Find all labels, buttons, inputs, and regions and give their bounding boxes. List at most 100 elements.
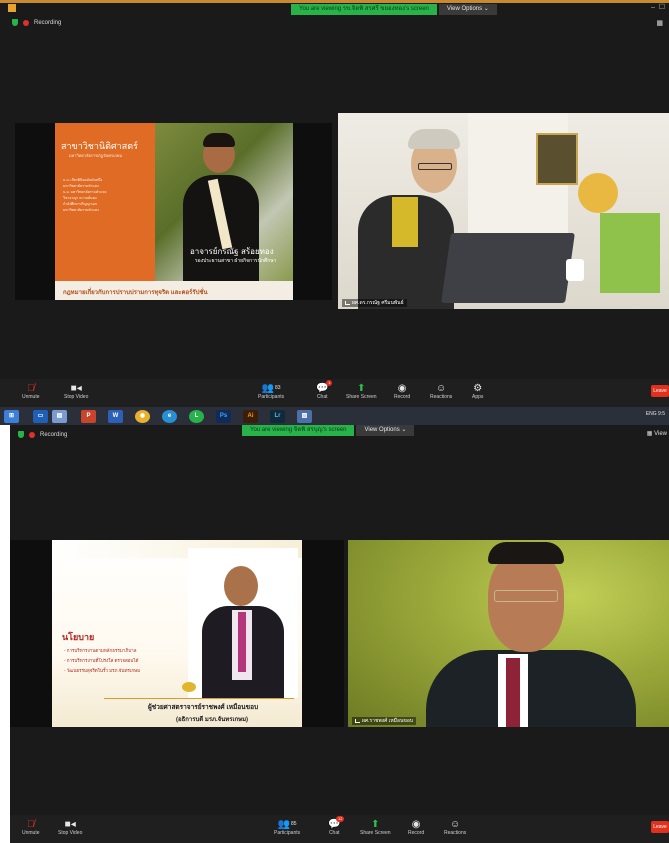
windows-start-icon[interactable]: ⊞ xyxy=(4,409,19,423)
green-cabinet xyxy=(600,213,660,293)
system-tray[interactable]: ENG 9:5 xyxy=(646,411,665,417)
chat-icon: 💬 1 xyxy=(316,380,333,394)
video-camera-icon: ■◂ xyxy=(70,382,82,394)
record-button[interactable]: ◉ Record xyxy=(394,382,411,401)
leave-button[interactable]: Leave xyxy=(651,821,669,833)
speaker-hair xyxy=(488,542,564,564)
participants-label: Participants xyxy=(274,830,301,836)
slide-role: รองประธานสาขา ฝ่ายกิจการนักศึกษา xyxy=(195,258,277,264)
window-controls[interactable]: – ☐ xyxy=(651,3,665,11)
slide-role: (อธิการบดี มรภ.จันทรเกษม) xyxy=(176,717,249,723)
mug xyxy=(566,259,584,281)
recording-indicator: Recording xyxy=(12,19,61,26)
shield-icon xyxy=(18,431,24,438)
photoshop-icon[interactable]: Ps xyxy=(216,409,231,423)
signal-icon xyxy=(345,301,350,305)
speaker-suit xyxy=(426,650,636,727)
laptop xyxy=(441,233,575,303)
file-explorer-icon[interactable]: ▤ xyxy=(52,409,67,423)
meeting-toolbar: 🎙̸ Unmute ■◂ Stop Video 👥 83 Participants 💬 1… xyxy=(0,379,669,407)
unmute-label: Unmute xyxy=(22,394,40,400)
camera-name: ผศ.ราชพงศ์ เหมือนขอบ xyxy=(362,718,413,724)
slide-name: ผู้ช่วยศาสตราจารย์ราชพงศ์ เหมือนขอบ xyxy=(148,704,259,711)
muted-mic-icon: 🎙̸ xyxy=(27,382,35,394)
view-options-button[interactable]: View Options ⌄ xyxy=(356,425,415,436)
viewing-banner: You are viewing จิตพิ สรบุญ's screen Vie… xyxy=(242,425,415,436)
slide-divider xyxy=(104,698,294,699)
portrait-head xyxy=(224,566,258,606)
speaker-tie xyxy=(506,658,520,727)
illustrator-icon[interactable]: Ai xyxy=(243,409,258,423)
chat-badge: 1 xyxy=(326,380,333,386)
signal-icon xyxy=(355,719,360,723)
view-button[interactable]: ▦ View xyxy=(647,430,667,437)
participants-label: Participants xyxy=(258,394,285,400)
speaker-hair xyxy=(408,129,460,149)
share-screen-label: Share Screen xyxy=(346,394,377,400)
record-icon: ◉ xyxy=(411,818,421,830)
video-camera-icon: ■◂ xyxy=(64,818,76,830)
chat-button[interactable]: 💬 12 Chat xyxy=(328,816,345,836)
stop-video-button[interactable]: ■◂ Stop Video xyxy=(64,382,88,401)
presenter-hair xyxy=(203,133,235,147)
slide-bullet: - การบริหารงานที่โปร่งใส ตรวจสอบได้ xyxy=(64,658,139,663)
recording-label: Recording xyxy=(34,19,62,26)
windows-taskbar: ⊞ ▭ ▤ P W ◉ e L Ps Ai Lr ▧ ENG 9:5 xyxy=(0,407,669,425)
reactions-icon: ☺ xyxy=(450,818,461,830)
app-corner-icon xyxy=(8,4,16,12)
participants-button[interactable]: 👥 83 Participants xyxy=(258,382,285,401)
reactions-button[interactable]: ☺ Reactions xyxy=(430,382,453,401)
powerpoint-icon[interactable]: P xyxy=(81,409,96,423)
view-options-button[interactable]: View Options ⌄ xyxy=(438,4,497,15)
record-button[interactable]: ◉ Record xyxy=(408,818,425,837)
share-screen-button[interactable]: ⬆ Share Screen xyxy=(360,818,391,837)
chat-badge: 12 xyxy=(336,816,345,822)
unmute-button[interactable]: 🎙̸ Unmute xyxy=(22,818,40,837)
viewing-message: You are viewing รข.จิตพิ สรศรี ขยองทอง's… xyxy=(291,4,437,15)
speaker-glasses xyxy=(418,163,452,170)
leave-button[interactable]: Leave xyxy=(651,385,669,397)
unmute-button[interactable]: 🎙̸ Unmute xyxy=(22,382,40,401)
task-view-icon[interactable]: ▭ xyxy=(33,409,48,423)
unmute-label: Unmute xyxy=(22,830,40,836)
meeting-toolbar: 🎙̸ Unmute ■◂ Stop Video 👥 85 Participants 💬 1… xyxy=(10,815,669,843)
app-icon[interactable]: ▧ xyxy=(297,409,312,423)
chat-label: Chat xyxy=(328,830,340,836)
apps-icon: ⚙ xyxy=(473,382,483,394)
edge-icon[interactable]: e xyxy=(162,409,177,423)
reactions-label: Reactions xyxy=(444,830,467,836)
gold-ornament xyxy=(182,682,196,692)
camera-name: ผศ.ดร.กรณัฐ ศรีมนพันธ์ xyxy=(352,300,404,306)
participants-button[interactable]: 👥 85 Participants xyxy=(274,818,301,837)
reactions-button[interactable]: ☺ Reactions xyxy=(444,818,467,837)
apps-button[interactable]: ⚙ Apps xyxy=(472,382,483,401)
stop-video-label: Stop Video xyxy=(58,830,83,836)
slide-bullet: - วัฒนธรรมสุจริตในรั้ว มรภ.จันทรเกษม xyxy=(64,668,141,673)
chat-icon: 💬 12 xyxy=(328,816,345,830)
shared-screen-tile: สาขาวิชานิติศาสตร์ มหาวิทยาลัยราชภัฏจันท… xyxy=(15,123,332,300)
reactions-label: Reactions xyxy=(430,394,453,400)
record-label: Record xyxy=(408,830,425,836)
viewing-banner: You are viewing รข.จิตพิ สรศรี ขยองทอง's… xyxy=(291,4,497,15)
word-icon[interactable]: W xyxy=(108,409,123,423)
view-icon[interactable]: ▦ xyxy=(656,19,663,27)
speaker-shirt xyxy=(392,197,418,247)
slide-bullets: - การบริหารงานตามหลักธรรมาภิบาล - การบริ… xyxy=(64,646,194,676)
lightroom-icon[interactable]: Lr xyxy=(270,409,285,423)
recording-label: Recording xyxy=(40,431,68,438)
slide-bullet: มหาวิทยาลัยรามคำแหง xyxy=(63,208,99,212)
slide-bullets: น.บ. เกียรตินิยมอันดับหนึ่ง มหาวิทยาลัยร… xyxy=(63,177,153,213)
camera-name-tag: ผศ.ราชพงศ์ เหมือนขอบ xyxy=(352,717,416,725)
chrome-icon[interactable]: ◉ xyxy=(135,409,150,423)
share-screen-button[interactable]: ⬆ Share Screen xyxy=(346,382,377,401)
slide-footer-text: กฎหมายเกี่ยวกับการปราบปรามการทุจริต และค… xyxy=(63,290,208,296)
slide-heading: สาขาวิชานิติศาสตร์ xyxy=(61,142,138,152)
line-icon[interactable]: L xyxy=(189,409,204,423)
chat-button[interactable]: 💬 1 Chat xyxy=(316,380,333,400)
stop-video-button[interactable]: ■◂ Stop Video xyxy=(58,818,83,837)
record-label: Record xyxy=(394,394,411,400)
slide-subheading: มหาวิทยาลัยราชภัฏจันทรเกษม xyxy=(69,153,123,158)
zoom-window-1: – ☐ You are viewing รข.จิตพิ สรศรี ขยองท… xyxy=(0,0,669,425)
slide-footer: กฎหมายเกี่ยวกับการปราบปรามการทุจริต และค… xyxy=(55,281,293,300)
participants-count: 85 xyxy=(291,821,297,827)
